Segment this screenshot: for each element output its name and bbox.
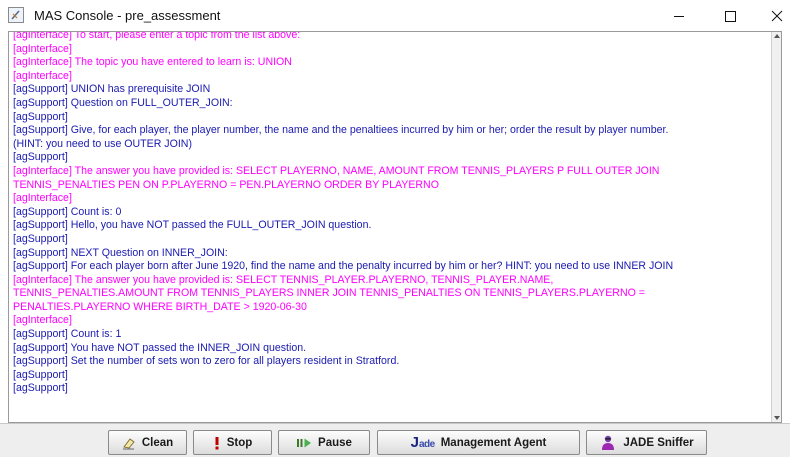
bottom-toolbar: Clean Stop Pause Jade Management Agent J… xyxy=(0,423,790,457)
management-agent-label: Management Agent xyxy=(440,436,547,449)
console-line: (HINT: you need to use OUTER JOIN) xyxy=(13,137,192,150)
console-line: [agSupport] xyxy=(13,110,68,123)
jade-logo-j: J xyxy=(410,434,419,451)
console-lines: [agInterface] To start, please enter a t… xyxy=(13,31,773,396)
console-line: [agSupport] Question on FULL_OUTER_JOIN: xyxy=(13,96,233,109)
mas-console-window: MAS Console - pre_assessment [agInterfac… xyxy=(0,0,790,457)
console-line: [agSupport] Set the number of sets won t… xyxy=(13,355,400,368)
console-line: [agSupport] Count is: 0 xyxy=(13,205,122,218)
console-line: [agSupport] xyxy=(13,368,68,381)
console-line: [agSupport] You have NOT passed the INNE… xyxy=(13,341,307,354)
console-line: [agInterface] xyxy=(13,42,72,55)
console-line: [agSupport] UNION has prerequisite JOIN xyxy=(13,83,211,96)
java-app-icon xyxy=(8,7,24,23)
exclamation-icon xyxy=(215,436,219,449)
console-line: [agSupport] For each player born after J… xyxy=(13,260,674,273)
vertical-scrollbar[interactable] xyxy=(771,32,781,422)
console-line: [agInterface] xyxy=(13,69,72,82)
console-line: [agInterface] The answer you have provid… xyxy=(13,164,660,177)
stop-button[interactable]: Stop xyxy=(193,430,272,455)
jade-sniffer-button[interactable]: JADE Sniffer xyxy=(586,430,707,455)
jade-logo-icon: Jade xyxy=(410,434,436,451)
management-agent-button[interactable]: Jade Management Agent xyxy=(377,430,580,455)
console-line: TENNIS_PENALTIES PEN ON P.PLAYERNO = PEN… xyxy=(13,178,439,191)
console-line: [agSupport] xyxy=(13,151,68,164)
console-line: [agInterface] The answer you have provid… xyxy=(13,273,554,286)
window-title: MAS Console - pre_assessment xyxy=(34,8,221,23)
jade-sniffer-label: JADE Sniffer xyxy=(623,436,694,449)
close-icon xyxy=(771,10,783,22)
scroll-up-icon[interactable] xyxy=(774,34,780,38)
stop-label: Stop xyxy=(226,436,253,449)
console-line: [agSupport] Give, for each player, the p… xyxy=(13,124,669,137)
console-line: PENALTIES.PLAYERNO WHERE BIRTH_DATE > 19… xyxy=(13,300,307,313)
console-line: TENNIS_PENALTIES.AMOUNT FROM TENNIS_PLAY… xyxy=(13,287,645,300)
sniffer-agent-icon xyxy=(602,435,615,450)
console-output[interactable]: [agInterface] To start, please enter a t… xyxy=(8,31,782,423)
maximize-icon xyxy=(725,11,736,22)
console-line: [agSupport] xyxy=(13,382,68,395)
eraser-icon xyxy=(122,437,135,449)
clean-label: Clean xyxy=(141,436,174,449)
console-line: [agInterface] xyxy=(13,314,72,327)
console-line: [agSupport] NEXT Question on INNER_JOIN: xyxy=(13,246,228,259)
title-bar: MAS Console - pre_assessment xyxy=(0,0,790,31)
pause-play-icon xyxy=(297,438,312,447)
console-line: [agSupport] Count is: 1 xyxy=(13,328,122,341)
pause-button[interactable]: Pause xyxy=(278,430,370,455)
console-line: [agInterface] xyxy=(13,192,72,205)
console-line: [agSupport] xyxy=(13,232,68,245)
minimize-icon xyxy=(674,16,684,17)
minimize-button[interactable] xyxy=(656,2,702,30)
console-line: [agInterface] The topic you have entered… xyxy=(13,56,292,69)
jade-logo-ade: ade xyxy=(418,439,435,450)
scroll-down-icon[interactable] xyxy=(774,416,780,420)
console-line: [agInterface] To start, please enter a t… xyxy=(13,31,301,41)
pause-label: Pause xyxy=(318,436,352,449)
close-button[interactable] xyxy=(750,2,790,30)
clean-button[interactable]: Clean xyxy=(108,430,187,455)
console-line: [agSupport] Hello, you have NOT passed t… xyxy=(13,219,372,232)
